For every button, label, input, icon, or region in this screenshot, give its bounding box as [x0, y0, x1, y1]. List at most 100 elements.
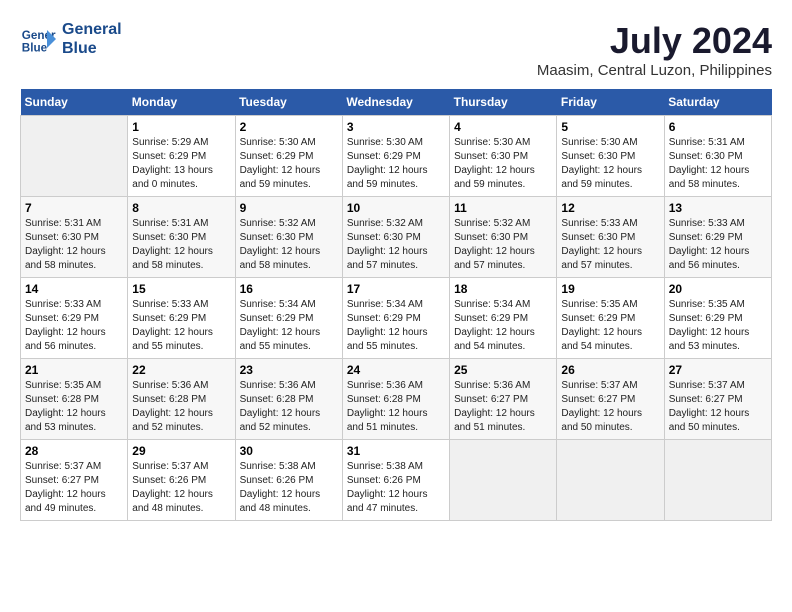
calendar-cell: 14 Sunrise: 5:33 AM Sunset: 6:29 PM Dayli…: [21, 278, 128, 359]
day-number: 20: [669, 282, 767, 296]
calendar-cell: 10 Sunrise: 5:32 AM Sunset: 6:30 PM Dayli…: [342, 197, 449, 278]
day-info: Sunrise: 5:33 AM Sunset: 6:29 PM Dayligh…: [25, 298, 123, 354]
day-number: 3: [347, 120, 445, 134]
day-info: Sunrise: 5:30 AM Sunset: 6:30 PM Dayligh…: [561, 136, 659, 192]
calendar-table: SundayMondayTuesdayWednesdayThursdayFrid…: [20, 89, 772, 521]
calendar-cell: 5 Sunrise: 5:30 AM Sunset: 6:30 PM Daylig…: [557, 116, 664, 197]
calendar-cell: 18Sunrise: 5:34 AM Sunset: 6:29 PM Dayli…: [450, 278, 557, 359]
calendar-cell: 6 Sunrise: 5:31 AM Sunset: 6:30 PM Daylig…: [664, 116, 771, 197]
day-number: 16: [240, 282, 338, 296]
calendar-cell: 30 Sunrise: 5:38 AM Sunset: 6:26 PM Dayli…: [235, 440, 342, 521]
weekday-header-friday: Friday: [557, 89, 664, 116]
day-number: 10: [347, 201, 445, 215]
calendar-cell: [21, 116, 128, 197]
calendar-cell: 22Sunrise: 5:36 AM Sunset: 6:28 PM Dayli…: [128, 359, 235, 440]
calendar-cell: 17Sunrise: 5:34 AM Sunset: 6:29 PM Dayli…: [342, 278, 449, 359]
day-number: 2: [240, 120, 338, 134]
day-info: Sunrise: 5:37 AM Sunset: 6:26 PM Dayligh…: [132, 460, 230, 516]
day-number: 31: [347, 444, 445, 458]
day-number: 28: [25, 444, 123, 458]
day-info: Sunrise: 5:36 AM Sunset: 6:28 PM Dayligh…: [347, 379, 445, 435]
day-info: Sunrise: 5:38 AM Sunset: 6:26 PM Dayligh…: [240, 460, 338, 516]
day-info: Sunrise: 5:31 AM Sunset: 6:30 PM Dayligh…: [669, 136, 767, 192]
day-number: 25: [454, 363, 552, 377]
day-number: 13: [669, 201, 767, 215]
week-row-3: 14 Sunrise: 5:33 AM Sunset: 6:29 PM Dayli…: [21, 278, 772, 359]
day-number: 24: [347, 363, 445, 377]
calendar-cell: 26 Sunrise: 5:37 AM Sunset: 6:27 PM Dayli…: [557, 359, 664, 440]
day-number: 8: [132, 201, 230, 215]
day-info: Sunrise: 5:30 AM Sunset: 6:29 PM Dayligh…: [240, 136, 338, 192]
calendar-cell: 19Sunrise: 5:35 AM Sunset: 6:29 PM Dayli…: [557, 278, 664, 359]
week-row-1: 1 Sunrise: 5:29 AM Sunset: 6:29 PM Daylig…: [21, 116, 772, 197]
weekday-header-row: SundayMondayTuesdayWednesdayThursdayFrid…: [21, 89, 772, 116]
day-number: 6: [669, 120, 767, 134]
calendar-cell: 12 Sunrise: 5:33 AM Sunset: 6:30 PM Dayli…: [557, 197, 664, 278]
calendar-cell: 1 Sunrise: 5:29 AM Sunset: 6:29 PM Daylig…: [128, 116, 235, 197]
day-number: 15: [132, 282, 230, 296]
day-info: Sunrise: 5:33 AM Sunset: 6:29 PM Dayligh…: [669, 217, 767, 273]
day-info: Sunrise: 5:35 AM Sunset: 6:29 PM Dayligh…: [669, 298, 767, 354]
week-row-5: 28 Sunrise: 5:37 AM Sunset: 6:27 PM Dayli…: [21, 440, 772, 521]
day-info: Sunrise: 5:33 AM Sunset: 6:29 PM Dayligh…: [132, 298, 230, 354]
calendar-cell: 15 Sunrise: 5:33 AM Sunset: 6:29 PM Dayli…: [128, 278, 235, 359]
header: General Blue General Blue July 2024 Maas…: [20, 20, 772, 79]
day-info: Sunrise: 5:33 AM Sunset: 6:30 PM Dayligh…: [561, 217, 659, 273]
day-number: 17: [347, 282, 445, 296]
weekday-header-saturday: Saturday: [664, 89, 771, 116]
day-info: Sunrise: 5:32 AM Sunset: 6:30 PM Dayligh…: [454, 217, 552, 273]
week-row-2: 7 Sunrise: 5:31 AM Sunset: 6:30 PM Daylig…: [21, 197, 772, 278]
svg-text:Blue: Blue: [22, 42, 48, 55]
day-number: 7: [25, 201, 123, 215]
day-number: 29: [132, 444, 230, 458]
calendar-cell: 29 Sunrise: 5:37 AM Sunset: 6:26 PM Dayli…: [128, 440, 235, 521]
day-number: 23: [240, 363, 338, 377]
calendar-cell: 2 Sunrise: 5:30 AM Sunset: 6:29 PM Daylig…: [235, 116, 342, 197]
day-number: 27: [669, 363, 767, 377]
day-info: Sunrise: 5:29 AM Sunset: 6:29 PM Dayligh…: [132, 136, 230, 192]
day-number: 30: [240, 444, 338, 458]
day-info: Sunrise: 5:31 AM Sunset: 6:30 PM Dayligh…: [25, 217, 123, 273]
day-info: Sunrise: 5:37 AM Sunset: 6:27 PM Dayligh…: [25, 460, 123, 516]
calendar-cell: 3Sunrise: 5:30 AM Sunset: 6:29 PM Daylig…: [342, 116, 449, 197]
day-info: Sunrise: 5:37 AM Sunset: 6:27 PM Dayligh…: [561, 379, 659, 435]
calendar-cell: 9Sunrise: 5:32 AM Sunset: 6:30 PM Daylig…: [235, 197, 342, 278]
week-row-4: 21 Sunrise: 5:35 AM Sunset: 6:28 PM Dayli…: [21, 359, 772, 440]
day-number: 21: [25, 363, 123, 377]
day-info: Sunrise: 5:35 AM Sunset: 6:28 PM Dayligh…: [25, 379, 123, 435]
calendar-cell: 31 Sunrise: 5:38 AM Sunset: 6:26 PM Dayli…: [342, 440, 449, 521]
day-number: 5: [561, 120, 659, 134]
day-info: Sunrise: 5:34 AM Sunset: 6:29 PM Dayligh…: [240, 298, 338, 354]
day-info: Sunrise: 5:38 AM Sunset: 6:26 PM Dayligh…: [347, 460, 445, 516]
day-info: Sunrise: 5:32 AM Sunset: 6:30 PM Dayligh…: [240, 217, 338, 273]
title-area: July 2024 Maasim, Central Luzon, Philipp…: [537, 20, 772, 79]
day-info: Sunrise: 5:36 AM Sunset: 6:28 PM Dayligh…: [132, 379, 230, 435]
day-info: Sunrise: 5:35 AM Sunset: 6:29 PM Dayligh…: [561, 298, 659, 354]
calendar-cell: 24 Sunrise: 5:36 AM Sunset: 6:28 PM Dayli…: [342, 359, 449, 440]
day-info: Sunrise: 5:36 AM Sunset: 6:27 PM Dayligh…: [454, 379, 552, 435]
calendar-cell: 7 Sunrise: 5:31 AM Sunset: 6:30 PM Daylig…: [21, 197, 128, 278]
logo: General Blue General Blue: [20, 20, 122, 58]
location-title: Maasim, Central Luzon, Philippines: [537, 62, 772, 79]
day-info: Sunrise: 5:34 AM Sunset: 6:29 PM Dayligh…: [454, 298, 552, 354]
day-info: Sunrise: 5:32 AM Sunset: 6:30 PM Dayligh…: [347, 217, 445, 273]
day-info: Sunrise: 5:30 AM Sunset: 6:30 PM Dayligh…: [454, 136, 552, 192]
day-number: 1: [132, 120, 230, 134]
day-number: 12: [561, 201, 659, 215]
month-title: July 2024: [537, 20, 772, 62]
weekday-header-tuesday: Tuesday: [235, 89, 342, 116]
calendar-cell: 8 Sunrise: 5:31 AM Sunset: 6:30 PM Daylig…: [128, 197, 235, 278]
day-info: Sunrise: 5:31 AM Sunset: 6:30 PM Dayligh…: [132, 217, 230, 273]
day-number: 26: [561, 363, 659, 377]
calendar-cell: [664, 440, 771, 521]
logo-icon: General Blue: [20, 21, 56, 57]
day-info: Sunrise: 5:36 AM Sunset: 6:28 PM Dayligh…: [240, 379, 338, 435]
weekday-header-monday: Monday: [128, 89, 235, 116]
calendar-cell: [450, 440, 557, 521]
day-info: Sunrise: 5:37 AM Sunset: 6:27 PM Dayligh…: [669, 379, 767, 435]
calendar-cell: 21 Sunrise: 5:35 AM Sunset: 6:28 PM Dayli…: [21, 359, 128, 440]
calendar-cell: 27 Sunrise: 5:37 AM Sunset: 6:27 PM Dayli…: [664, 359, 771, 440]
day-number: 14: [25, 282, 123, 296]
calendar-cell: 16 Sunrise: 5:34 AM Sunset: 6:29 PM Dayli…: [235, 278, 342, 359]
logo-text: General Blue: [62, 20, 122, 58]
